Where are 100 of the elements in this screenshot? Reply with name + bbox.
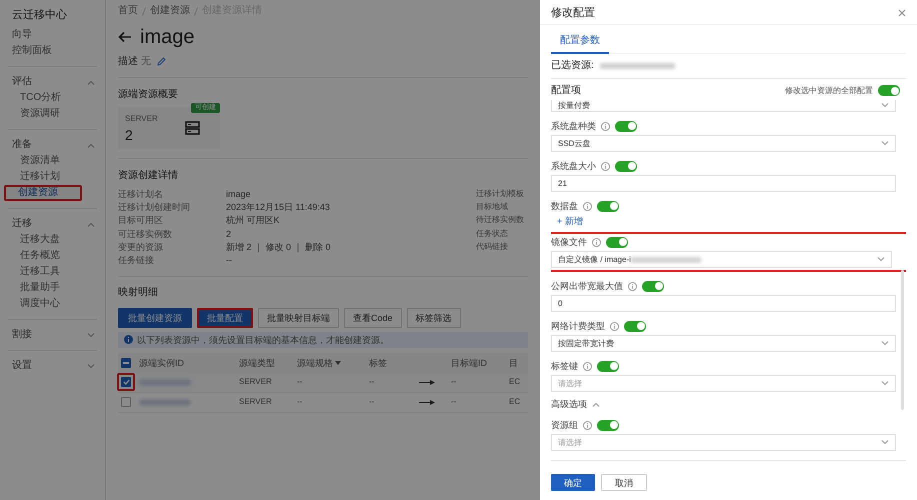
detail-label: 待迁移实例数 <box>476 214 525 226</box>
page-title: image <box>140 25 194 49</box>
close-icon[interactable] <box>898 8 906 16</box>
sidebar-item[interactable]: 资源调研 <box>0 106 105 122</box>
table-cell-text: SERVER <box>239 396 273 408</box>
sidebar-item[interactable]: 资源清单 <box>0 153 105 169</box>
select-field[interactable]: SSD云盘 <box>551 135 896 152</box>
checkbox[interactable] <box>121 397 131 408</box>
toggle-label: 修改选中资源的全部配置 <box>785 84 873 96</box>
input-field[interactable]: 21 <box>551 175 896 192</box>
sidebar-title: 云迁移中心 <box>11 8 68 23</box>
sidebar-group-label[interactable]: 准备 <box>12 138 32 152</box>
drawer-title: 修改配置 <box>551 6 595 20</box>
section-heading: 映射明细 <box>118 286 159 300</box>
sidebar-group-label[interactable]: 割接 <box>12 328 32 342</box>
field-label: 系统盘种类 <box>551 120 596 132</box>
toolbar-button[interactable]: 查看Code <box>344 308 402 328</box>
table-cell-text: -- <box>297 396 304 408</box>
field-value: 按固定带宽计费 <box>558 338 614 350</box>
checkbox[interactable] <box>121 358 131 368</box>
info-icon <box>592 238 601 246</box>
config-heading: 配置项 <box>551 84 581 96</box>
detail-label: 迁移计划创建时间 <box>118 200 191 213</box>
column-header[interactable]: 目 <box>509 356 518 369</box>
toolbar-button[interactable]: 标签筛选 <box>406 308 461 328</box>
chevron-down-icon <box>881 103 889 108</box>
sidebar-group-label[interactable]: 迁移 <box>12 217 32 231</box>
field-label: 公网出带宽最大值 <box>551 280 623 292</box>
field-value: 按量付费 <box>558 100 590 110</box>
arrow-right-icon <box>419 400 435 405</box>
detail-label: 迁移计划模板 <box>476 188 525 200</box>
back-arrow-icon[interactable] <box>118 31 132 43</box>
description-label: 描述 <box>118 54 138 68</box>
input-field[interactable]: 0 <box>551 295 896 312</box>
info-icon <box>583 362 592 370</box>
toolbar-button[interactable]: 批量配置 <box>197 308 253 328</box>
toggle-switch[interactable] <box>597 200 619 212</box>
detail-label: 任务链接 <box>118 254 155 266</box>
toggle-switch[interactable] <box>615 160 637 172</box>
toggle-switch[interactable] <box>615 120 637 132</box>
detail-value: -- <box>226 254 233 266</box>
sidebar-item[interactable]: TCO分析 <box>0 90 105 106</box>
info-icon <box>628 282 637 290</box>
sidebar-item[interactable]: 迁移计划 <box>0 169 105 185</box>
breadcrumb-item[interactable]: 首页 <box>118 5 138 17</box>
toggle-switch[interactable] <box>597 360 619 372</box>
detail-label: 目标可用区 <box>118 214 164 226</box>
select-field[interactable]: 按固定带宽计费 <box>551 335 896 352</box>
add-link[interactable]: + 新增 <box>551 215 583 227</box>
select-field[interactable]: 自定义镜像 / image-i <box>551 251 892 268</box>
breadcrumb-separator-icon <box>142 6 146 16</box>
toggle-switch[interactable] <box>878 85 900 96</box>
scrollbar-thumb[interactable] <box>901 270 904 410</box>
blurred-image-name <box>630 256 701 262</box>
column-header[interactable]: 源端规格 <box>297 356 341 369</box>
column-header[interactable]: 标签 <box>369 356 387 369</box>
chevron-down-icon <box>881 341 889 346</box>
table-cell-text: -- <box>369 396 376 408</box>
detail-label: 代码链接 <box>476 240 509 253</box>
sidebar-item[interactable]: 创建资源 <box>4 185 82 201</box>
sidebar-item[interactable]: 向导 <box>0 27 105 43</box>
field-value: 自定义镜像 / image-i <box>558 254 631 266</box>
column-header[interactable]: 目标端ID <box>451 356 487 369</box>
sidebar-item[interactable]: 批量助手 <box>0 280 105 296</box>
toggle-switch[interactable] <box>624 320 646 332</box>
field-value: SSD云盘 <box>558 138 590 150</box>
section-heading: 资源创建详情 <box>118 169 179 183</box>
field-placeholder: 请选择 <box>558 378 582 390</box>
select-field[interactable]: 按量付费 <box>551 100 896 112</box>
sidebar-item[interactable]: 迁移大盘 <box>0 232 105 248</box>
table-cell-text: SERVER <box>239 376 273 388</box>
checkbox[interactable] <box>121 377 131 388</box>
field-label: 标签键 <box>551 360 578 372</box>
cancel-button[interactable]: 取消 <box>601 474 647 491</box>
toolbar-button[interactable]: 批量映射目标端 <box>258 308 339 328</box>
tab[interactable]: 配置参数 <box>551 25 609 54</box>
sidebar-item[interactable]: 任务概览 <box>0 248 105 264</box>
table-cell-text: EC <box>509 396 522 408</box>
confirm-button[interactable]: 确定 <box>551 474 595 491</box>
toolbar-button[interactable]: 批量创建资源 <box>118 308 192 328</box>
sidebar-item[interactable]: 调度中心 <box>0 296 105 312</box>
sidebar-item[interactable]: 迁移工具 <box>0 264 105 280</box>
breadcrumb-item[interactable]: 创建资源 <box>150 5 190 17</box>
field-label: 镜像文件 <box>551 236 587 248</box>
detail-value: 新增 2 ｜ 修改 0 ｜ 删除 0 <box>226 240 332 253</box>
sidebar-group-label[interactable]: 设置 <box>12 359 32 373</box>
column-header[interactable]: 源端类型 <box>239 356 275 369</box>
info-icon <box>583 202 592 210</box>
toggle-switch[interactable] <box>606 236 628 248</box>
resource-type: SERVER <box>125 114 159 124</box>
section-toggle[interactable]: 高级选项 <box>551 398 587 410</box>
select-field[interactable]: 请选择 <box>551 434 896 451</box>
column-header[interactable]: 源端实例ID <box>139 356 184 369</box>
select-field[interactable]: 请选择 <box>551 375 896 392</box>
info-icon <box>124 335 133 344</box>
field-label: 网络计费类型 <box>551 320 605 332</box>
toggle-switch[interactable] <box>597 420 619 430</box>
toggle-switch[interactable] <box>642 280 664 292</box>
sidebar-item[interactable]: 控制面板 <box>0 43 105 59</box>
sidebar-group-label[interactable]: 评估 <box>12 75 32 89</box>
